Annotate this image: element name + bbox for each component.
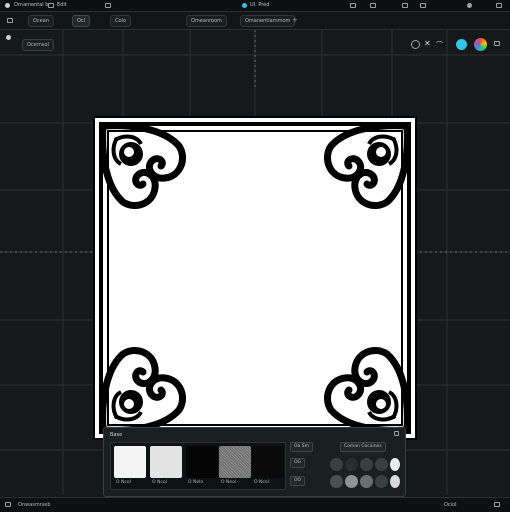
wifi-icon[interactable]: ⌒ <box>436 40 443 50</box>
swatch-5[interactable] <box>390 458 400 471</box>
window-icon[interactable] <box>105 3 111 8</box>
thumbnail-3-label: O Nelo <box>188 480 204 485</box>
layers-icon[interactable] <box>48 3 54 8</box>
panel-toggle-icon[interactable] <box>494 41 500 46</box>
thumbnail-4-label: O Neol <box>221 480 237 485</box>
color-wheel-icon[interactable] <box>474 38 487 51</box>
thumbnail-1[interactable] <box>114 446 146 478</box>
menu-edit[interactable]: Edit <box>57 2 67 8</box>
swatch-2[interactable] <box>345 458 358 471</box>
export-icon[interactable] <box>402 3 408 8</box>
status-icon <box>5 502 11 507</box>
thumbnail-5[interactable] <box>252 446 284 478</box>
thumbnail-2[interactable] <box>150 446 182 478</box>
thumbnail-3[interactable] <box>186 446 218 478</box>
panel-action-3[interactable]: OG <box>290 458 306 468</box>
thumbnail-1-label: O Ncol <box>116 480 131 485</box>
thumbnail-strip: O Ncol O Ncol O Nelo O Neol O Ncol <box>110 442 286 490</box>
accent-color-icon[interactable] <box>456 39 467 50</box>
swatch-8[interactable] <box>360 475 373 488</box>
artboard[interactable] <box>93 116 417 440</box>
panel-action-1[interactable]: Oa Sm <box>290 442 313 452</box>
frame-icon[interactable] <box>350 3 356 8</box>
home-icon[interactable] <box>6 35 11 40</box>
swatch-9[interactable] <box>375 475 388 488</box>
thumbnail-4[interactable] <box>219 446 251 478</box>
swatch-6[interactable] <box>330 475 343 488</box>
thumbnail-2-label: O Ncol <box>152 480 167 485</box>
user-avatar-icon[interactable] <box>467 3 472 8</box>
close-icon[interactable]: ✕ <box>424 39 431 48</box>
settings-icon[interactable] <box>420 3 426 8</box>
tab-ocean[interactable]: Ocean <box>28 15 54 27</box>
status-right[interactable]: Ociol <box>444 502 457 508</box>
menu-icon[interactable] <box>496 3 502 8</box>
tab-bar: Ocean Ocl Colo Omeanroom Omanentiammom + <box>0 12 510 30</box>
status-left: Onwasmnieb <box>18 502 51 508</box>
tab-omeanroom[interactable]: Omeanroom <box>186 15 228 27</box>
tab-omanentiammom[interactable]: Omanentiammom <box>240 15 296 27</box>
ornamental-frame-art <box>99 122 411 434</box>
app-logo-icon <box>5 3 10 8</box>
swatch-1[interactable] <box>330 458 343 471</box>
title-bar: Ornamental b Edit UI. Pred <box>0 0 510 12</box>
status-dot-icon <box>242 3 247 8</box>
share-icon[interactable] <box>370 3 376 8</box>
swatch-4[interactable] <box>375 458 388 471</box>
tab-ocl[interactable]: Ocl <box>72 15 91 27</box>
corner-ornament <box>99 122 186 209</box>
workspace-button[interactable]: Ocernsol <box>22 39 54 51</box>
fullscreen-icon[interactable] <box>494 502 500 507</box>
add-tab-icon[interactable]: + <box>292 16 298 24</box>
menu-file[interactable]: Ornamental b <box>14 2 48 8</box>
grid-icon[interactable] <box>7 18 13 23</box>
zoom-icon[interactable] <box>411 40 420 49</box>
swatch-7[interactable] <box>345 475 358 488</box>
status-bar: Onwasmnieb Ociol <box>0 497 510 512</box>
panel-close-icon[interactable] <box>394 431 399 436</box>
thumbnail-5-label: O Ncol <box>254 480 269 485</box>
panel-title: Base <box>110 432 123 438</box>
swatch-panel: Base O Ncol O Ncol O Nelo O Neol O Ncol … <box>103 427 406 497</box>
panel-action-2[interactable]: Coman Cocaines <box>340 442 386 452</box>
swatch-10[interactable] <box>390 475 400 488</box>
panel-action-4[interactable]: OO <box>290 476 306 486</box>
document-title: UI. Pred <box>250 2 270 8</box>
canvas-area[interactable]: Ocernsol ✕ ⌒ <box>0 30 510 495</box>
tab-colo[interactable]: Colo <box>110 15 131 27</box>
swatch-3[interactable] <box>360 458 373 471</box>
